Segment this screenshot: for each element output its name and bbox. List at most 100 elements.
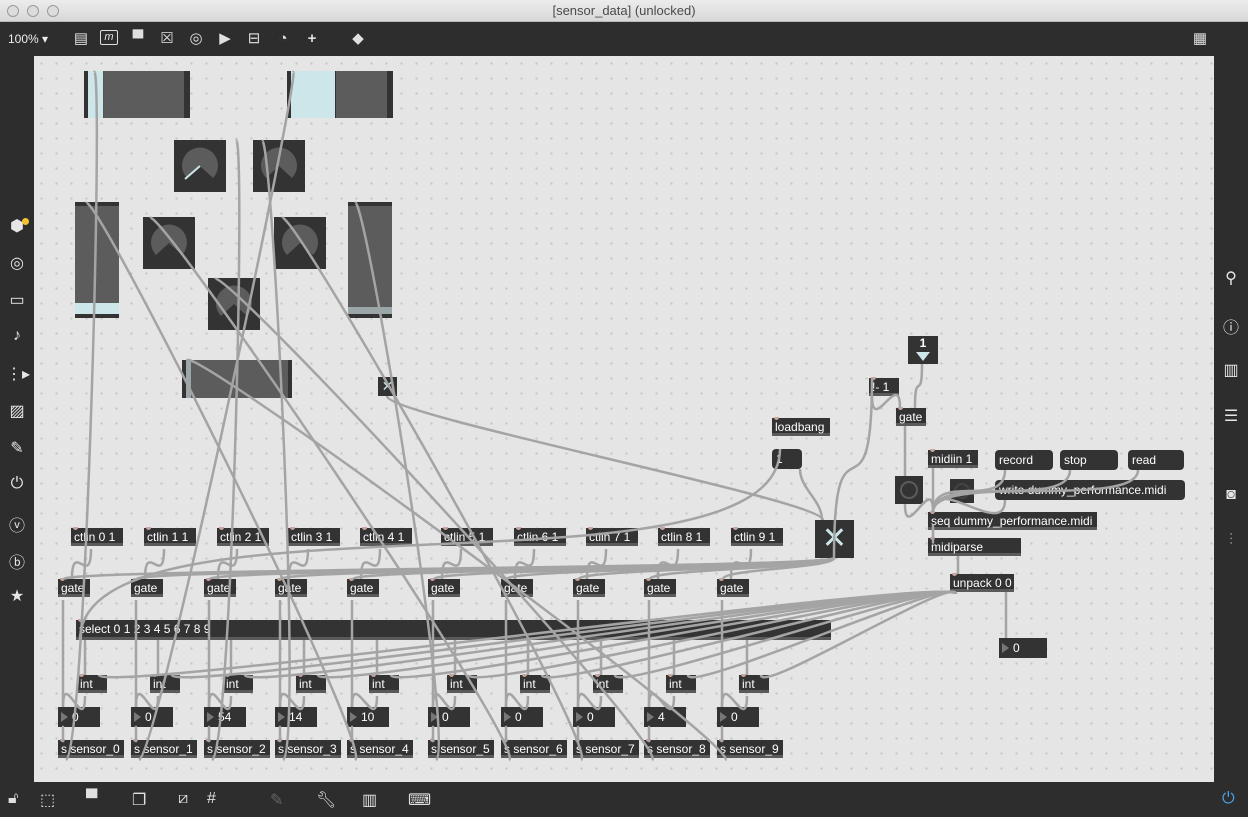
read-message[interactable]: read [1128, 450, 1184, 470]
number-box[interactable]: 0 [501, 707, 543, 727]
ctlin-object[interactable]: ctlin 9 1 [731, 527, 783, 546]
keyboard-icon[interactable]: ⌨ [408, 790, 431, 810]
dial-1[interactable] [174, 140, 226, 192]
ctlin-object[interactable]: ctlin 4 1 [360, 527, 412, 546]
layers-icon[interactable]: ❐ [132, 790, 146, 810]
attach-icon[interactable]: ✎ [270, 790, 283, 810]
small-toggle[interactable]: ✕ [378, 377, 397, 396]
music-note-icon[interactable]: ♪ [6, 327, 28, 345]
send-object[interactable]: s sensor_4 [347, 739, 413, 758]
presentation-icon[interactable]: ▀ [86, 790, 97, 808]
send-object[interactable]: s sensor_3 [275, 739, 341, 758]
stop-message[interactable]: stop [1060, 450, 1118, 470]
big-toggle[interactable]: ✕ [815, 520, 854, 558]
gate-object[interactable]: gate [501, 578, 533, 597]
button-icon[interactable]: ◎▼ [186, 30, 206, 62]
bang-button-small[interactable] [950, 479, 974, 503]
close-window-button[interactable] [7, 5, 19, 17]
gate-object[interactable]: gate [573, 578, 605, 597]
dial-4[interactable] [274, 217, 326, 269]
vslider-1[interactable] [75, 202, 119, 318]
dial-5[interactable] [208, 278, 260, 330]
gate-object[interactable]: gate [347, 578, 379, 597]
number-box[interactable]: 0 [428, 707, 470, 727]
send-object[interactable]: s sensor_0 [58, 739, 124, 758]
slider-icon[interactable]: ▭ [6, 290, 28, 310]
inspector-icon[interactable]: ⫶ [1220, 532, 1242, 550]
slider-icon[interactable]: ⊟▼ [244, 30, 264, 62]
number-box[interactable]: 0 [58, 707, 100, 727]
int-object[interactable]: int [739, 674, 769, 693]
circle-icon[interactable]: ◎ [6, 253, 28, 273]
midiin-object[interactable]: midiin 1 [928, 449, 978, 468]
write-message[interactable]: write dummy_performance.midi [995, 480, 1185, 500]
plugin-icon[interactable]: ⏻ [6, 475, 28, 493]
ctlin-object[interactable]: ctlin 3 1 [288, 527, 340, 546]
gate-object[interactable]: gate [204, 578, 236, 597]
vslider-2[interactable] [348, 202, 392, 318]
zoom-window-button[interactable] [47, 5, 59, 17]
ctlin-object[interactable]: ctlin 6 1 [514, 527, 566, 546]
grid-icon[interactable]: # [207, 790, 216, 808]
gate-object[interactable]: gate [644, 578, 676, 597]
ctlin-object[interactable]: ctlin 8 1 [658, 527, 710, 546]
gate-object[interactable]: gate [275, 578, 307, 597]
zoom-select[interactable]: 100% ▾ [8, 32, 48, 46]
gate-main-object[interactable]: gate [896, 407, 926, 426]
record-message[interactable]: record [995, 450, 1053, 470]
hslider-2[interactable] [287, 71, 393, 118]
lock-icon[interactable]: 🔓︎ [8, 790, 18, 808]
int-number-one[interactable]: 1 [908, 336, 938, 364]
int-object[interactable]: int [447, 674, 477, 693]
piano-icon[interactable]: ▥ [362, 790, 377, 810]
paint-bucket-icon[interactable]: ◆ [348, 30, 368, 48]
presentation-icon[interactable]: ▤ [71, 30, 91, 48]
image-icon[interactable]: ▨ [6, 401, 28, 421]
vimeo-icon[interactable]: ⓥ [6, 512, 28, 536]
bang-button[interactable] [895, 476, 923, 504]
star-icon[interactable]: ★ [6, 586, 28, 606]
int-object[interactable]: int [593, 674, 623, 693]
number-icon[interactable]: ▶▼ [215, 30, 235, 62]
list-icon[interactable]: ☰ [1220, 406, 1242, 426]
send-object[interactable]: s sensor_6 [501, 739, 567, 758]
play-list-icon[interactable]: ⋮▸ [6, 364, 30, 384]
search-icon[interactable]: ⚲ [1220, 268, 1242, 288]
loadbang-object[interactable]: loadbang [772, 417, 830, 436]
send-object[interactable]: s sensor_9 [717, 739, 783, 758]
hslider-1[interactable] [84, 71, 190, 118]
ctlin-object[interactable]: ctlin 1 1 [144, 527, 196, 546]
snapshot-icon[interactable]: ◙ [1220, 486, 1242, 504]
number-box-output[interactable]: 0 [999, 638, 1047, 658]
send-object[interactable]: s sensor_1 [131, 739, 197, 758]
int-object[interactable]: int [150, 674, 180, 693]
int-object[interactable]: int [77, 674, 107, 693]
number-box[interactable]: 0 [131, 707, 173, 727]
send-object[interactable]: s sensor_8 [644, 739, 710, 758]
int-object[interactable]: int [296, 674, 326, 693]
gate-object[interactable]: gate [428, 578, 460, 597]
message-icon[interactable]: m [100, 30, 118, 45]
send-object[interactable]: s sensor_7 [573, 739, 639, 758]
grid-icon[interactable]: ▦ [1190, 30, 1210, 48]
minimize-window-button[interactable] [27, 5, 39, 17]
send-object[interactable]: s sensor_2 [204, 739, 270, 758]
number-box[interactable]: 4 [644, 707, 686, 727]
number-box[interactable]: 0 [573, 707, 615, 727]
ctlin-object[interactable]: ctlin 5 1 [441, 527, 493, 546]
int-object[interactable]: int [520, 674, 550, 693]
message-one[interactable]: 1 [772, 449, 802, 469]
int-object[interactable]: int [369, 674, 399, 693]
gate-object[interactable]: gate [717, 578, 749, 597]
number-box[interactable]: 14 [275, 707, 317, 727]
paperclip-icon[interactable]: ✎ [6, 438, 28, 458]
unpack-object[interactable]: unpack 0 0 [950, 573, 1014, 592]
int-object[interactable]: int [666, 674, 696, 693]
ctlin-object[interactable]: ctlin 0 1 [71, 527, 123, 546]
send-object[interactable]: s sensor_5 [428, 739, 494, 758]
gate-object[interactable]: gate [131, 578, 163, 597]
select-icon[interactable]: ⬚ [40, 790, 55, 810]
not-minus-object[interactable]: !- 1 [869, 377, 899, 396]
int-object[interactable]: int [223, 674, 253, 693]
number-box[interactable]: 54 [204, 707, 246, 727]
